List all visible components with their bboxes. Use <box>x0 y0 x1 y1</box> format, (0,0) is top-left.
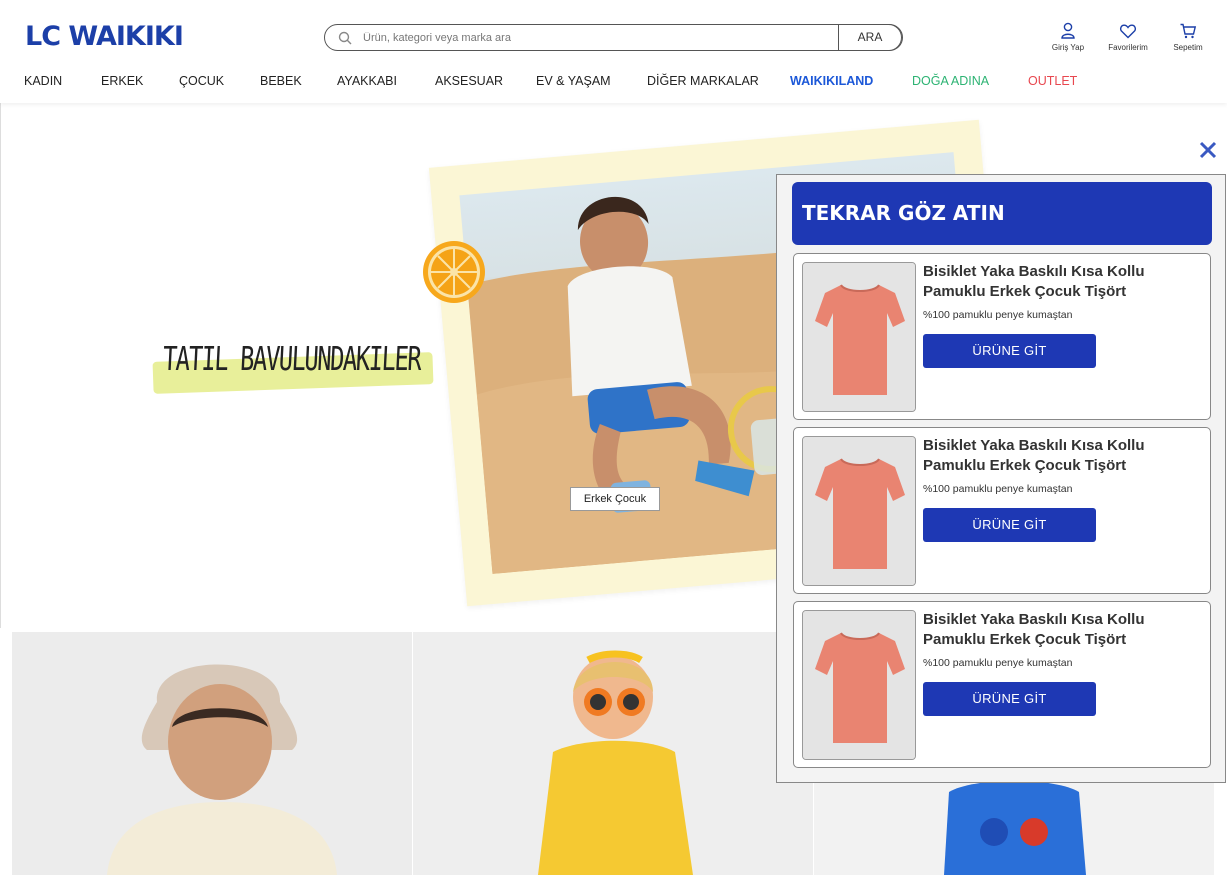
site-header: LC WAIKIKI ARA Giriş Yap Favorilerim <box>0 0 1227 103</box>
product-description: %100 pamuklu penye kumaştan <box>923 309 1073 321</box>
nav-item-waikikiland[interactable]: WAIKIKILAND <box>790 74 873 88</box>
login-label: Giriş Yap <box>1051 43 1085 52</box>
product-card[interactable]: Bisiklet Yaka Baskılı Kısa Kollu Pamuklu… <box>793 427 1211 594</box>
product-card[interactable]: Bisiklet Yaka Baskılı Kısa Kollu Pamuklu… <box>793 601 1211 768</box>
hero-title: TATIL BAVULUNDAKILER <box>151 335 434 395</box>
cart-icon <box>1180 23 1197 39</box>
search-icon <box>338 31 352 45</box>
nav-item-bebek[interactable]: BEBEK <box>260 74 302 88</box>
go-to-product-button[interactable]: ÜRÜNE GİT <box>923 508 1096 542</box>
product-name[interactable]: Bisiklet Yaka Baskılı Kısa Kollu Pamuklu… <box>923 262 1203 302</box>
user-icon <box>1061 22 1075 39</box>
search-button[interactable]: ARA <box>838 24 902 51</box>
nav-item-kadin[interactable]: KADIN <box>24 74 62 88</box>
product-image[interactable] <box>802 262 916 412</box>
orange-slice-icon <box>423 241 485 303</box>
product-image[interactable] <box>802 436 916 586</box>
nav-item-doga-adina[interactable]: DOĞA ADINA <box>912 74 989 88</box>
nav-item-diger-markalar[interactable]: DİĞER MARKALAR <box>647 74 759 88</box>
cart-button[interactable]: Sepetim <box>1163 22 1213 52</box>
login-button[interactable]: Giriş Yap <box>1043 22 1093 52</box>
favorites-button[interactable]: Favorilerim <box>1103 22 1153 52</box>
product-image[interactable] <box>802 610 916 760</box>
nav-item-cocuk[interactable]: ÇOCUK <box>179 74 224 88</box>
category-tile[interactable] <box>12 632 412 875</box>
heart-icon <box>1119 24 1137 39</box>
cart-label: Sepetim <box>1173 43 1203 52</box>
nav-item-ayakkabi[interactable]: AYAKKABI <box>337 74 397 88</box>
go-to-product-button[interactable]: ÜRÜNE GİT <box>923 334 1096 368</box>
product-name[interactable]: Bisiklet Yaka Baskılı Kısa Kollu Pamuklu… <box>923 436 1203 476</box>
popup-header: TEKRAR GÖZ ATIN <box>792 182 1212 245</box>
product-name[interactable]: Bisiklet Yaka Baskılı Kısa Kollu Pamuklu… <box>923 610 1203 650</box>
nav-item-erkek[interactable]: ERKEK <box>101 74 143 88</box>
popup-title: TEKRAR GÖZ ATIN <box>802 201 1005 225</box>
search-bar: ARA <box>324 24 903 51</box>
category-tile-image <box>413 632 813 875</box>
nav-item-aksesuar[interactable]: AKSESUAR <box>435 74 503 88</box>
nav-item-ev-yasam[interactable]: EV & YAŞAM <box>536 74 611 88</box>
favorites-label: Favorilerim <box>1108 43 1148 52</box>
product-description: %100 pamuklu penye kumaştan <box>923 483 1073 495</box>
hero-tooltip[interactable]: Erkek Çocuk <box>570 487 660 511</box>
search-input[interactable] <box>363 28 833 48</box>
logo[interactable]: LC WAIKIKI <box>25 22 184 52</box>
main-nav: KADIN ERKEK ÇOCUK BEBEK AYAKKABI AKSESUA… <box>0 70 1227 94</box>
product-card[interactable]: Bisiklet Yaka Baskılı Kısa Kollu Pamuklu… <box>793 253 1211 420</box>
category-tile[interactable] <box>413 632 813 875</box>
tshirt-image <box>803 437 915 585</box>
go-to-product-button[interactable]: ÜRÜNE GİT <box>923 682 1096 716</box>
recently-viewed-popup: TEKRAR GÖZ ATIN Bisiklet Yaka Baskılı Kı… <box>776 174 1226 783</box>
category-tile-image <box>12 632 412 875</box>
tshirt-image <box>803 611 915 759</box>
product-description: %100 pamuklu penye kumaştan <box>923 657 1073 669</box>
tshirt-image <box>803 263 915 411</box>
nav-item-outlet[interactable]: OUTLET <box>1028 74 1077 88</box>
close-icon[interactable] <box>1197 139 1219 161</box>
page: LC WAIKIKI ARA Giriş Yap Favorilerim <box>0 0 1227 875</box>
